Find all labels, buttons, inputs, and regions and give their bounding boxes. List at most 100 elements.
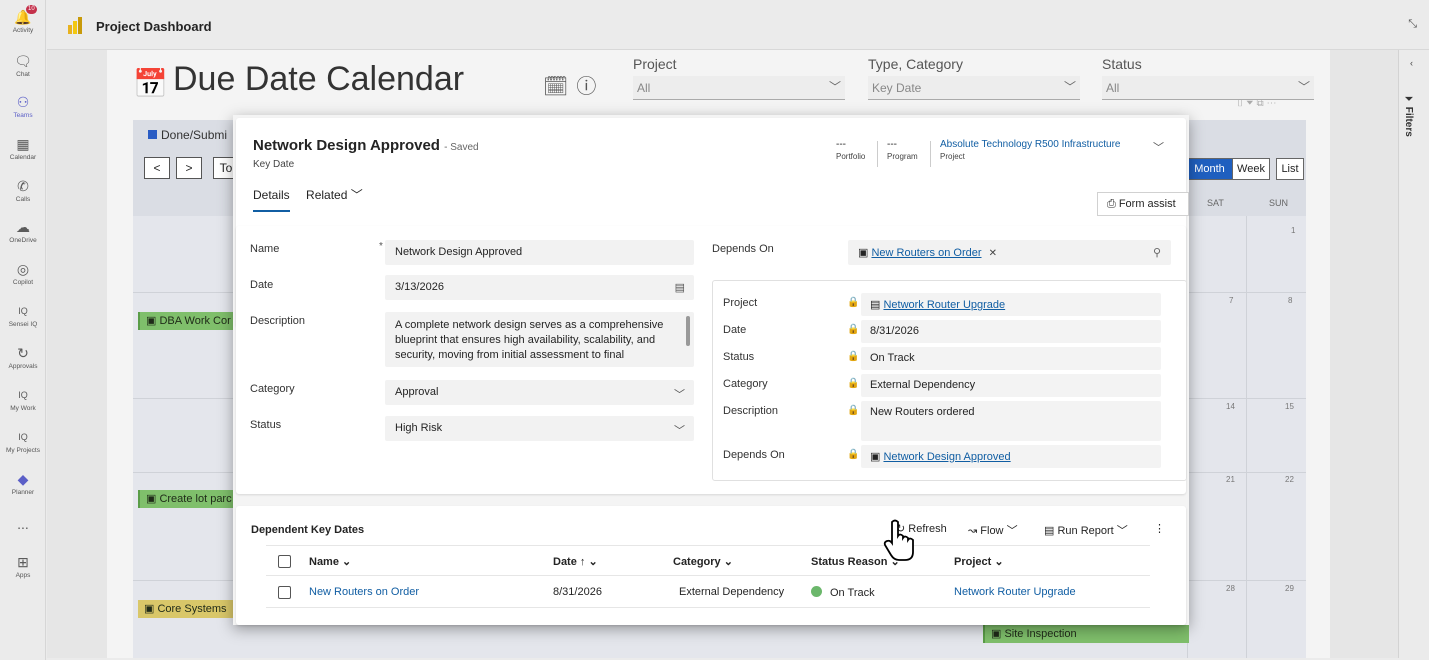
col-name[interactable]: Name ⌄ [309,555,351,568]
month-view-button[interactable]: Month [1186,158,1233,180]
form-tabs: Details Related ﹀ [253,186,376,212]
key-date-icon: ▣ [870,451,881,463]
form-assist-button[interactable]: ⎙ Form assist [1097,192,1189,216]
header-label: Project [940,152,965,161]
qv-value: 8/31/2026 [870,325,919,337]
week-view-button[interactable]: Week [1232,158,1270,180]
slicer-status[interactable]: Status All ﹀ [1102,56,1314,100]
status-select[interactable]: High Risk ﹀ [385,416,694,441]
row-name-link[interactable]: New Routers on Order [309,586,419,598]
qv-label: Project [723,297,758,309]
col-project[interactable]: Project ⌄ [954,555,1004,568]
qv-value: External Dependency [870,379,976,391]
chevron-left-icon[interactable]: ‹ [1410,58,1413,68]
header-portfolio: --- Portfolio [836,139,865,161]
header-value: --- [836,139,846,150]
rail-copilot[interactable]: ◎ Copilot [0,260,46,287]
rail-more[interactable]: ... [0,515,46,533]
col-date[interactable]: Date ↑ ⌄ [553,555,598,568]
row-project-link[interactable]: Network Router Upgrade [954,586,1076,598]
grid-header: Name ⌄ Date ↑ ⌄ Category ⌄ Status Reason… [266,545,1150,576]
header-project[interactable]: Absolute Technology R500 Infrastructure … [940,139,1120,161]
next-button[interactable]: > [176,157,202,179]
rail-my-projects[interactable]: IQ My Projects [0,428,46,455]
prev-button[interactable]: < [144,157,170,179]
tab-details[interactable]: Details [253,188,290,212]
rail-label: Sensei IQ [8,321,38,328]
slicer-dropdown[interactable]: Key Date ﹀ [868,76,1080,100]
slicer-project[interactable]: Project All ﹀ [633,56,845,100]
day-number: 1 [1291,226,1296,235]
table-row[interactable]: New Routers on Order 8/31/2026 External … [266,576,1150,608]
qv-label: Category [723,378,768,390]
category-label: Category [250,383,295,395]
calendar-event[interactable]: ▣ Create lot parc [138,490,234,508]
rail-teams[interactable]: ⚇ Teams [0,93,46,120]
visual-header-icons[interactable]: ⌷ ⏷ ⧉ ⋯ [1237,98,1276,109]
depends-on-link[interactable]: New Routers on Order [871,247,981,259]
row-checkbox[interactable] [278,586,291,599]
qv-project-link[interactable]: Network Router Upgrade [883,299,1005,311]
col-label: Date [553,556,577,568]
rail-label: Approvals [8,363,38,370]
tab-related[interactable]: Related ﹀ [306,186,363,211]
command-label: Run Report [1057,525,1114,537]
calendar-icon[interactable]: ▤ [675,281,685,294]
phone-icon: ✆ [17,178,29,194]
rail-activity[interactable]: 🔔 10 Activity [0,5,46,35]
calendar-event[interactable]: ▣ Core Systems [138,600,234,618]
subgrid-title: Dependent Key Dates [251,524,365,536]
rail-apps[interactable]: ⊞ Apps [0,553,46,580]
rail-my-work[interactable]: IQ My Work [0,386,46,413]
rail-sensei-iq[interactable]: IQ Sensei IQ [0,302,46,329]
rail-planner[interactable]: ◆ Planner [0,470,46,497]
rail-label: My Work [10,405,36,412]
chevron-down-icon[interactable]: ﹀ [1153,139,1164,155]
slicer-dropdown[interactable]: All ﹀ [633,76,845,100]
calendar-settings-icon[interactable]: 🗓 [543,76,568,98]
date-field[interactable]: 3/13/2026 ▤ [385,275,694,300]
date-label: Date [250,279,274,291]
col-category[interactable]: Category ⌄ [673,555,733,568]
calendar-event[interactable]: ▣ DBA Work Cor [138,312,234,330]
col-label: Status Reason [811,556,888,568]
chevron-down-icon: ﹀ [1116,525,1128,537]
qv-depends-on-link[interactable]: Network Design Approved [883,451,1010,463]
qv-description: New Routers ordered [861,401,1161,441]
dayname-sat: SAT [1207,198,1224,208]
filters-pane[interactable]: ‹ ⏷ Filters [1398,50,1429,658]
rail-calls[interactable]: ✆ Calls [0,177,46,204]
status-label: Status [250,419,282,431]
search-icon[interactable]: ⚲ [1153,246,1161,259]
collapse-icon[interactable]: ⤡ [1408,18,1417,31]
calendar-event[interactable]: ▣ Site Inspection [983,625,1189,643]
name-field[interactable]: Network Design Approved [385,240,694,265]
slicer-dropdown[interactable]: All ﹀ [1102,76,1314,100]
flow-button[interactable]: ↝ Flow ﹀ [968,522,1018,538]
qv-label: Status [723,351,755,363]
select-all-checkbox[interactable] [278,555,291,568]
status-value: High Risk [395,422,443,434]
rail-label: Calendar [9,154,37,161]
rail-approvals[interactable]: ↻ Approvals [0,344,46,371]
description-field[interactable]: A complete network design serves as a co… [385,312,694,367]
remove-icon[interactable]: ✕ [989,248,997,259]
list-view-button[interactable]: List [1276,158,1304,180]
qv-category: External Dependency [861,374,1161,397]
planner-icon: ◆ [17,471,29,487]
rail-calendar[interactable]: ▦ Calendar [0,135,46,162]
textarea-scrollbar[interactable] [686,316,690,346]
qv-label: Description [723,405,779,417]
header-value[interactable]: Absolute Technology R500 Infrastructure [940,139,1120,152]
rail-chat[interactable]: 🗨 Chat [0,52,46,79]
depends-on-lookup[interactable]: ▣ New Routers on Order ✕ ⚲ [848,240,1171,265]
more-commands-icon[interactable]: ⋮ [1154,522,1165,535]
row-category: External Dependency [679,586,785,598]
rail-onedrive[interactable]: ☁ OneDrive [0,218,46,245]
key-date-form-dialog: Network Design Approved - Saved Key Date… [233,115,1189,625]
slicer-type-category[interactable]: Type, Category Key Date ﹀ [868,56,1080,100]
quick-view-form: Project 🔒 ▤ Network Router Upgrade Date … [712,280,1187,481]
category-select[interactable]: Approval ﹀ [385,380,694,405]
info-icon[interactable]: ⓘ [576,76,596,98]
run-report-button[interactable]: ▤ Run Report ﹀ [1044,522,1128,538]
